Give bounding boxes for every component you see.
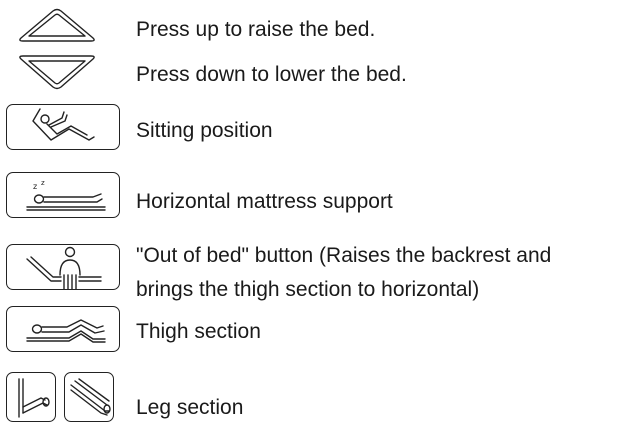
lower-label: Press down to lower the bed. [136,63,407,86]
out-of-bed-label-line1: "Out of bed" button (Raises the backrest… [136,244,552,267]
instruction-thigh: Thigh section [0,306,626,358]
sitting-position-icon [32,108,95,141]
raise-label: Press up to raise the bed. [136,18,376,41]
thigh-section-icon [26,319,106,343]
svg-text:z: z [41,179,45,187]
out-of-bed-label-line2: brings the thigh section to horizontal) [136,278,480,301]
instruction-raise: Press up to raise the bed. [0,0,626,50]
thigh-label: Thigh section [136,320,261,343]
leg-down-icon [70,378,111,416]
triangle-down-icon[interactable] [14,52,100,92]
instruction-lower: Press down to lower the bed. [0,50,626,100]
out-of-bed-button[interactable] [6,244,120,290]
sleeping-person-icon: z z [26,179,106,211]
instruction-horizontal: z z Horizontal mattress support [0,172,626,224]
instruction-sitting: Sitting position [0,104,626,156]
leg-up-icon [18,378,50,418]
leg-label: Leg section [136,396,244,419]
sitting-position-button[interactable] [6,104,120,150]
triangle-up-icon[interactable] [14,6,100,44]
leg-lower-button[interactable] [64,372,114,422]
out-of-bed-icon [26,246,102,290]
sitting-label: Sitting position [136,119,273,142]
instruction-out-of-bed: "Out of bed" button (Raises the backrest… [0,238,626,302]
instruction-leg: Leg section [0,370,626,430]
leg-raise-button[interactable] [6,372,56,422]
horizontal-mattress-button[interactable]: z z [6,172,120,218]
thigh-section-button[interactable] [6,306,120,352]
horizontal-label: Horizontal mattress support [136,190,393,213]
svg-text:z: z [33,182,37,191]
